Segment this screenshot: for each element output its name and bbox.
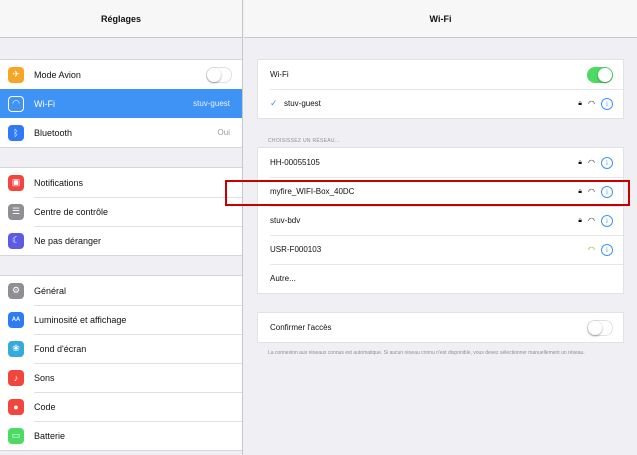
- sidebar-header: Réglages: [0, 0, 242, 38]
- other-network-label: Autre...: [270, 274, 296, 283]
- airplane-mode-toggle[interactable]: [206, 66, 232, 83]
- moon-icon: ☾: [8, 232, 24, 249]
- sidebar-item-sounds[interactable]: ♪ Sons: [0, 363, 242, 392]
- network-name: USR-F000103: [270, 245, 322, 254]
- sidebar-item-airplane-mode[interactable]: ✈ Mode Avion: [0, 60, 242, 89]
- sidebar-item-general[interactable]: ⚙ Général: [0, 276, 242, 305]
- sidebar-item-label: Bluetooth: [34, 127, 73, 138]
- sidebar-item-label: Code: [34, 401, 56, 412]
- connected-network-name: stuv-guest: [284, 99, 321, 108]
- network-row[interactable]: HH-00055105 🔒︎ ◠ i: [258, 148, 623, 177]
- sidebar-item-label: Sons: [34, 372, 55, 383]
- wifi-detail-pane: Wi-Fi Wi-Fi ✓ stuv-guest 🔒︎ ◠ i CHOISISS…: [244, 0, 637, 455]
- wifi-toggle-label: Wi-Fi: [270, 70, 289, 79]
- brightness-icon: ᴬᴬ: [8, 311, 24, 328]
- battery-icon: ▭: [8, 427, 24, 444]
- connected-network-row[interactable]: ✓ stuv-guest 🔒︎ ◠ i: [258, 89, 623, 118]
- wifi-signal-icon: ◠: [588, 216, 595, 225]
- ask-to-join-description: La connexion aux réseaux connus est auto…: [268, 350, 585, 356]
- choose-network-section-title: CHOISISSEZ UN RÉSEAU...: [268, 138, 340, 144]
- checkmark-icon: ✓: [270, 98, 278, 108]
- sidebar-item-bluetooth[interactable]: ᛒ Bluetooth Oui: [0, 118, 242, 147]
- wifi-signal-icon: ◠: [588, 245, 595, 254]
- sidebar-item-wallpaper[interactable]: ❀ Fond d'écran: [0, 334, 242, 363]
- network-name: stuv-bdv: [270, 216, 301, 225]
- ask-to-join-row: Confirmer l'accès: [258, 313, 623, 342]
- ask-to-join-card: Confirmer l'accès: [257, 312, 624, 343]
- bluetooth-status: Oui: [217, 128, 230, 137]
- sidebar-item-label: Batterie: [34, 430, 66, 441]
- lock-icon: 🔒︎: [578, 216, 583, 224]
- sidebar-item-label: Notifications: [34, 177, 84, 188]
- sidebar-item-label: Wi-Fi: [34, 98, 55, 109]
- sidebar-group-general: ⚙ Général ᴬᴬ Luminosité et affichage ❀ F…: [0, 275, 242, 451]
- sidebar-item-wifi[interactable]: ◠ Wi-Fi stuv-guest: [0, 89, 242, 118]
- ask-to-join-label: Confirmer l'accès: [270, 323, 332, 332]
- wifi-icon: ◠: [8, 95, 24, 112]
- wifi-signal-icon: ◠: [588, 99, 595, 108]
- info-icon[interactable]: i: [601, 97, 613, 110]
- airplane-icon: ✈: [8, 66, 24, 83]
- sidebar-group-notifications: ▣ Notifications ☰ Centre de contrôle ☾ N…: [0, 167, 242, 256]
- other-network-row[interactable]: Autre...: [258, 264, 623, 293]
- wifi-signal-icon: ◠: [588, 158, 595, 167]
- sidebar-item-label: Ne pas déranger: [34, 235, 102, 246]
- network-list: HH-00055105 🔒︎ ◠ i myfire_WIFI-Box_40DC …: [257, 147, 624, 294]
- ask-to-join-toggle[interactable]: [587, 319, 613, 336]
- settings-sidebar: Réglages ✈ Mode Avion ◠ Wi-Fi stuv-guest…: [0, 0, 243, 455]
- network-row[interactable]: USR-F000103 ◠ i: [258, 235, 623, 264]
- network-name: HH-00055105: [270, 158, 320, 167]
- lock-icon: ●: [8, 398, 24, 415]
- sidebar-item-notifications[interactable]: ▣ Notifications: [0, 168, 242, 197]
- wifi-status-card: Wi-Fi ✓ stuv-guest 🔒︎ ◠ i: [257, 59, 624, 119]
- sidebar-item-display-brightness[interactable]: ᴬᴬ Luminosité et affichage: [0, 305, 242, 334]
- sidebar-item-label: Mode Avion: [34, 69, 81, 80]
- sidebar-item-battery[interactable]: ▭ Batterie: [0, 421, 242, 450]
- highlight-box: [225, 180, 630, 206]
- sidebar-item-label: Général: [34, 285, 67, 296]
- sidebar-item-control-center[interactable]: ☰ Centre de contrôle: [0, 197, 242, 226]
- lock-icon: 🔒︎: [578, 99, 583, 107]
- bluetooth-icon: ᛒ: [8, 124, 24, 141]
- sidebar-item-do-not-disturb[interactable]: ☾ Ne pas déranger: [0, 226, 242, 255]
- info-icon[interactable]: i: [601, 214, 613, 227]
- sidebar-item-passcode[interactable]: ● Code: [0, 392, 242, 421]
- notifications-icon: ▣: [8, 174, 24, 191]
- wallpaper-icon: ❀: [8, 340, 24, 357]
- control-center-icon: ☰: [8, 203, 24, 220]
- gear-icon: ⚙: [8, 282, 24, 299]
- wifi-toggle-row: Wi-Fi: [258, 60, 623, 89]
- wifi-toggle[interactable]: [587, 66, 613, 83]
- network-row[interactable]: stuv-bdv 🔒︎ ◠ i: [258, 206, 623, 235]
- wifi-current-network: stuv-guest: [193, 99, 230, 108]
- sound-icon: ♪: [8, 369, 24, 386]
- sidebar-item-label: Centre de contrôle: [34, 206, 109, 217]
- sidebar-title: Réglages: [100, 13, 142, 24]
- lock-icon: 🔒︎: [578, 158, 583, 166]
- sidebar-item-label: Fond d'écran: [34, 343, 87, 354]
- info-icon[interactable]: i: [601, 156, 613, 169]
- sidebar-group-connectivity: ✈ Mode Avion ◠ Wi-Fi stuv-guest ᛒ Blueto…: [0, 59, 242, 148]
- info-icon[interactable]: i: [601, 243, 613, 256]
- detail-title: Wi-Fi: [429, 13, 452, 24]
- detail-header: Wi-Fi: [244, 0, 637, 38]
- sidebar-item-label: Luminosité et affichage: [34, 314, 127, 325]
